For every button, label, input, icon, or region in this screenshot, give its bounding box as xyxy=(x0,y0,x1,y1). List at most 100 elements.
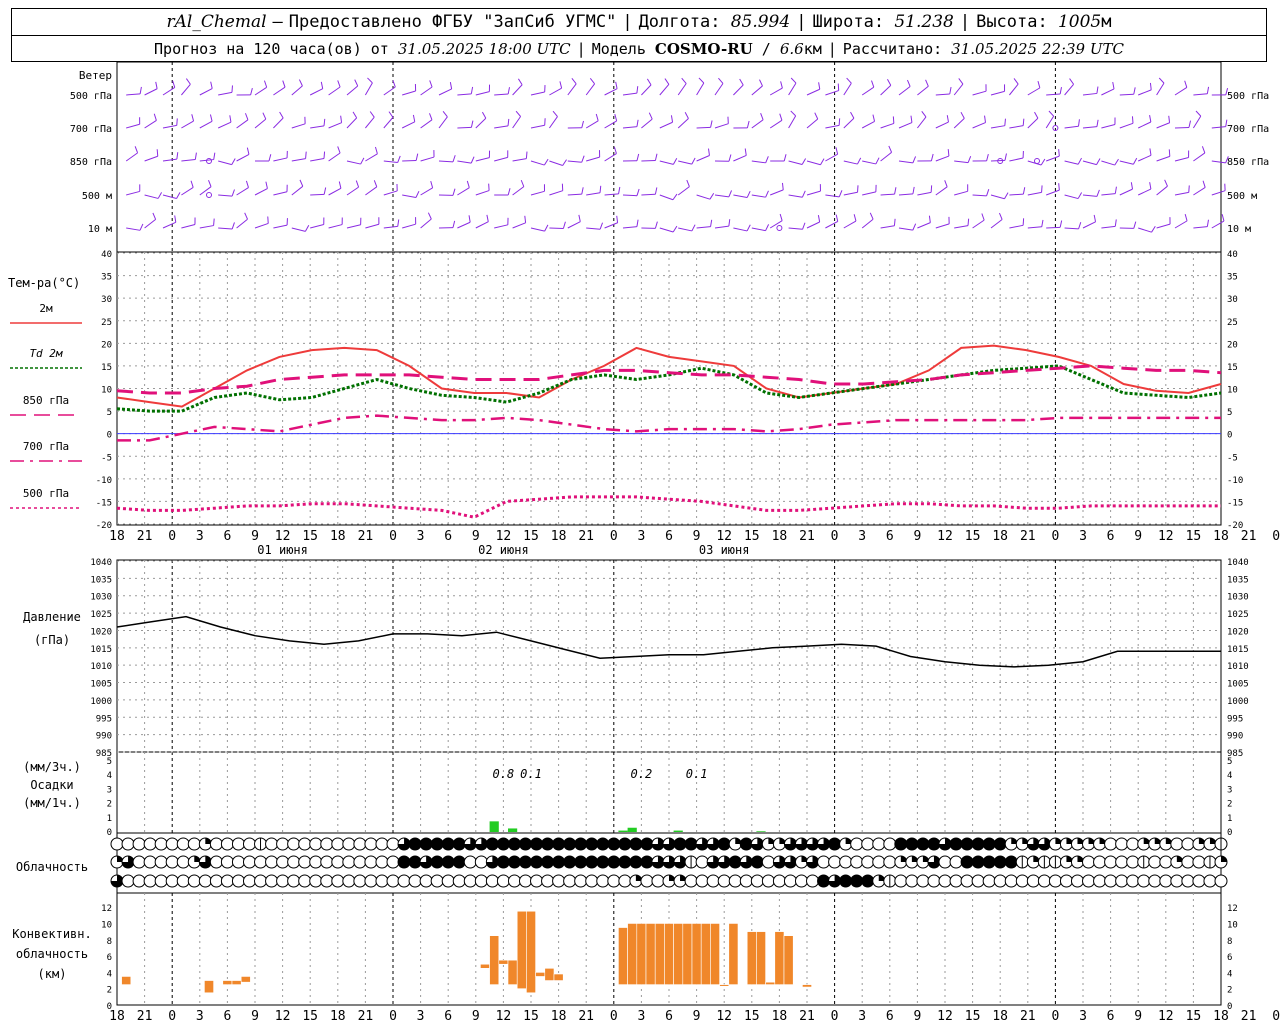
wind-barb xyxy=(567,214,581,229)
wind-barb xyxy=(622,119,639,129)
cloud-cover-symbol xyxy=(165,874,179,888)
wind-barb-shaft xyxy=(843,160,858,165)
cloud-cover-symbol xyxy=(673,855,687,869)
cloud-cover-symbol xyxy=(419,855,433,869)
convective-bar xyxy=(489,935,500,985)
wind-barb-flag xyxy=(614,114,618,122)
wind-barb xyxy=(291,179,304,196)
cloud-fill xyxy=(983,838,996,850)
cloud-cover-symbol xyxy=(143,837,157,851)
time-axis-label-bottom: 18 xyxy=(330,1009,346,1024)
cloud-cover-symbol xyxy=(916,874,930,888)
wind-barb-shaft xyxy=(843,191,858,196)
wind-barb-flag xyxy=(562,221,566,229)
time-axis-label: 21 xyxy=(358,529,374,544)
cloud-fill xyxy=(950,838,963,850)
wind-barb xyxy=(236,212,248,229)
cloud-fill xyxy=(618,856,631,868)
cloud-fill xyxy=(972,856,985,868)
time-axis-label-bottom: 6 xyxy=(223,1009,231,1024)
wind-barb-shaft xyxy=(972,219,985,229)
cloud-cover-symbol xyxy=(496,837,510,851)
wind-barb-shaft xyxy=(512,222,526,229)
wind-barb-shaft xyxy=(273,224,288,229)
cloud-cover-symbol xyxy=(850,837,864,851)
wind-level-label-left: 700 гПа xyxy=(70,124,112,135)
time-axis-label-bottom: 21 xyxy=(578,1009,594,1024)
cloud-cover-symbol xyxy=(574,874,588,888)
wind-barb xyxy=(1174,213,1188,229)
wind-barb-shaft xyxy=(1101,88,1115,96)
cloud-circle xyxy=(452,874,466,888)
wind-barb-shaft xyxy=(475,117,487,129)
wind-barb-flag xyxy=(515,110,521,117)
cloud-circle xyxy=(386,855,400,869)
cloud-fill xyxy=(596,856,609,868)
wind-barb-flag xyxy=(1133,221,1137,229)
cloud-circle xyxy=(364,855,378,869)
cloud-cover-symbol xyxy=(1170,837,1184,851)
wind-barb xyxy=(622,153,640,162)
cloud-fill xyxy=(453,856,466,868)
cloud-cover-symbol xyxy=(254,855,268,869)
wind-barb xyxy=(254,154,272,162)
cloud-cover-symbol xyxy=(938,837,952,851)
temp-ytick-right: 15 xyxy=(1227,363,1238,373)
time-axis-label: 0 xyxy=(1272,529,1280,544)
wind-barb xyxy=(1101,186,1117,196)
cloud-fill xyxy=(828,838,841,850)
cloud-cover-symbol xyxy=(640,855,654,869)
temp-ytick-left: -15 xyxy=(96,498,112,508)
wind-barb-flag xyxy=(176,118,178,126)
cloud-fill xyxy=(894,838,907,850)
wind-barb-shaft xyxy=(769,220,783,229)
precip-ytick-left: 3 xyxy=(107,785,112,795)
wind-barb-shaft xyxy=(696,194,711,200)
cloud-cover-symbol xyxy=(695,855,709,869)
cloud-cover-symbol xyxy=(430,855,444,869)
wind-barb-shaft xyxy=(954,160,969,164)
conv-ytick-right: 0 xyxy=(1227,1002,1232,1012)
precip-ytick-left: 4 xyxy=(107,771,112,781)
cloud-circle xyxy=(1148,855,1162,869)
cloud-fill xyxy=(994,838,1007,850)
cloud-cover-symbol xyxy=(1214,874,1228,888)
cloud-cover-symbol xyxy=(397,874,411,888)
wind-barb-shaft xyxy=(401,121,415,129)
wind-barb-shaft xyxy=(917,85,929,96)
cloud-circle xyxy=(695,874,709,888)
time-axis-label: 21 xyxy=(1020,529,1036,544)
wind-barb-flag xyxy=(176,192,181,199)
wind-barb-flag xyxy=(412,114,416,122)
wind-barb-flag xyxy=(783,154,787,162)
cloud-cover-symbol xyxy=(342,837,356,851)
wind-barb-flag xyxy=(1206,86,1210,94)
convective-bar xyxy=(664,923,674,985)
wind-barb xyxy=(1193,180,1206,196)
cloud-cover-symbol xyxy=(1126,855,1140,869)
cloud-fill xyxy=(431,838,444,850)
cloud-cover-symbol xyxy=(220,874,234,888)
cloud-cover-symbol xyxy=(905,855,919,869)
wind-barb-flag xyxy=(430,180,434,188)
pressure-ytick-left: 1040 xyxy=(90,558,112,568)
temp-legend-label: 2м xyxy=(39,302,53,315)
wind-barb xyxy=(825,118,841,129)
cloud-cover-symbol xyxy=(1093,855,1107,869)
wind-barb xyxy=(401,114,416,129)
cloud-fill xyxy=(530,856,543,868)
cloud-circle xyxy=(231,837,245,851)
cloud-circle xyxy=(1159,855,1173,869)
cloud-cover-symbol xyxy=(717,855,731,869)
cloud-cover-symbol xyxy=(839,837,853,851)
wind-barb xyxy=(402,153,419,162)
wind-barb-shaft xyxy=(972,194,987,197)
wind-barb-shaft xyxy=(512,186,525,196)
wind-barb xyxy=(457,215,471,229)
cloud-circle xyxy=(949,855,963,869)
wind-barb-shaft xyxy=(788,82,797,96)
wind-barb xyxy=(420,113,433,129)
cloud-cover-symbol xyxy=(353,837,367,851)
precip-bar xyxy=(673,830,683,832)
pressure-ytick-left: 1020 xyxy=(90,627,112,637)
